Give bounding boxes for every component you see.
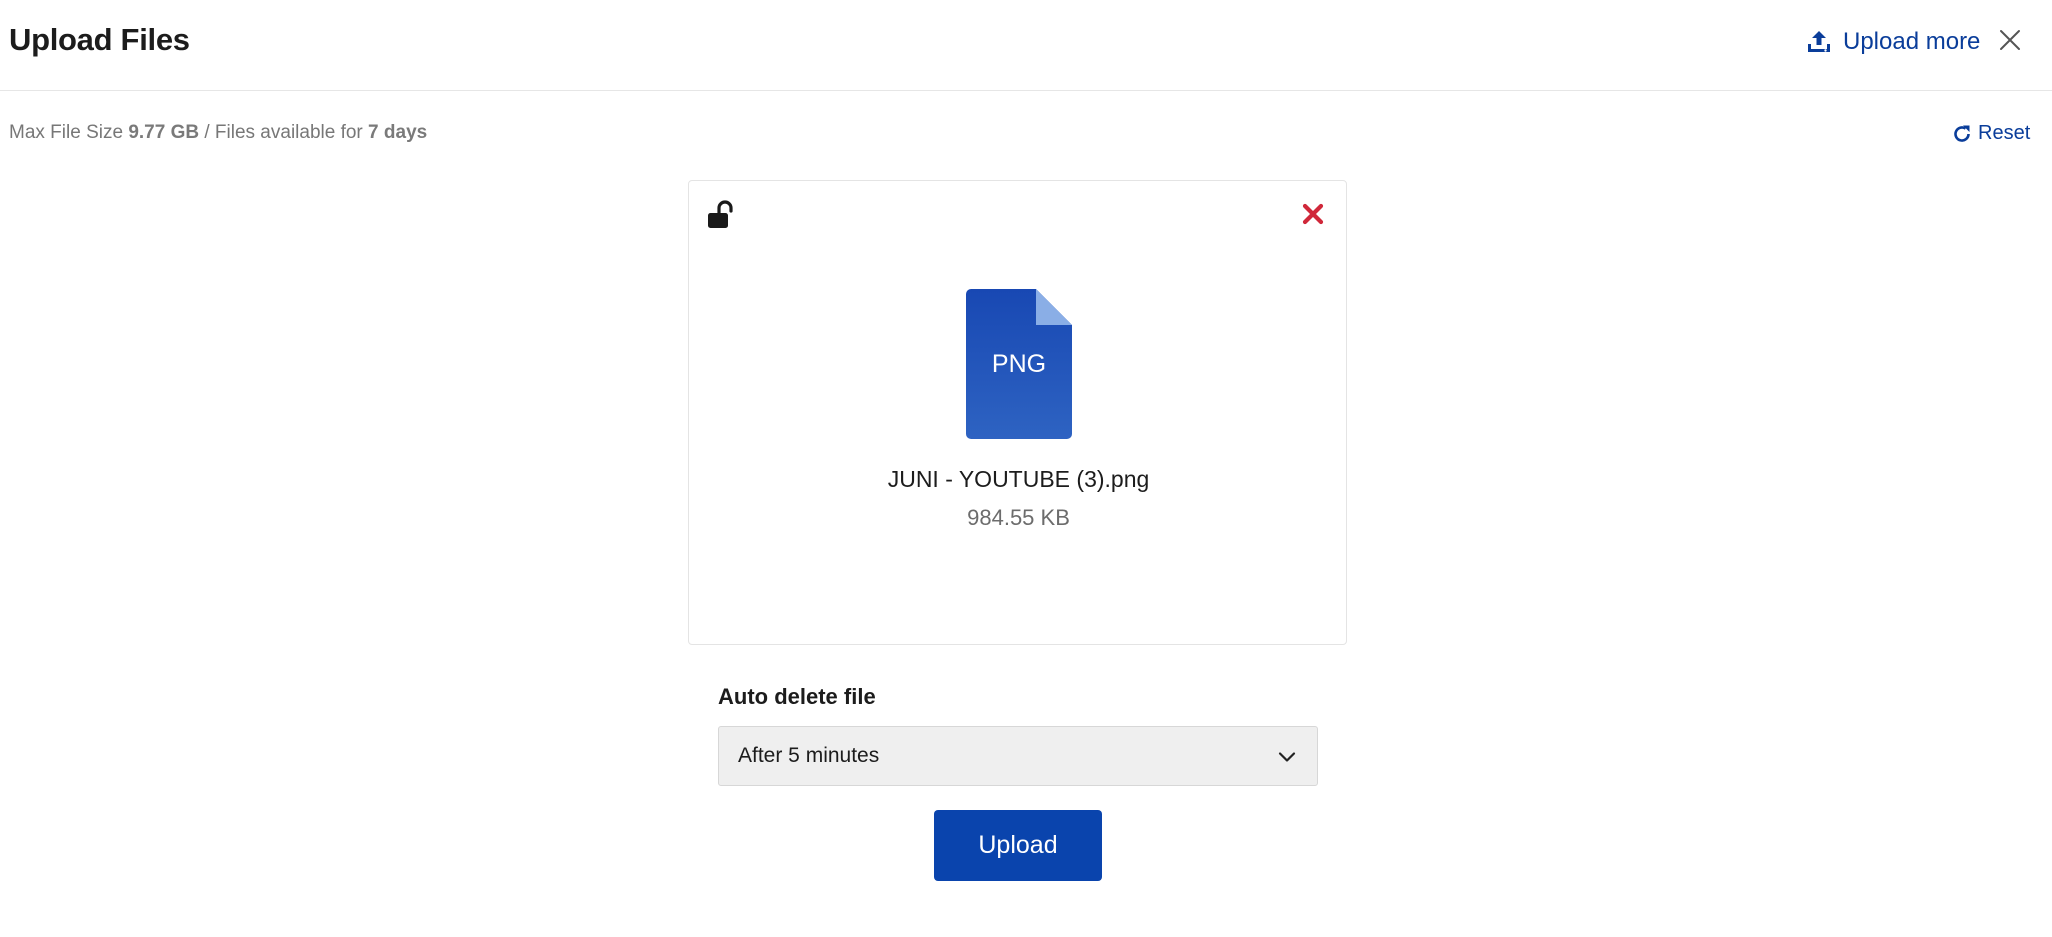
unlock-icon[interactable] bbox=[706, 199, 738, 231]
auto-delete-selected-value: After 5 minutes bbox=[738, 744, 880, 767]
modal-header: Upload Files Upload more bbox=[0, 0, 2052, 91]
upload-button[interactable]: Upload bbox=[934, 810, 1102, 881]
max-size-label: Max File Size bbox=[9, 122, 124, 143]
chevron-down-icon bbox=[1278, 752, 1296, 762]
availability-label: / Files available for bbox=[204, 122, 363, 143]
auto-delete-select[interactable]: After 5 minutes bbox=[718, 726, 1318, 786]
reset-button[interactable]: Reset bbox=[1952, 122, 2030, 145]
upload-limits-info: Max File Size 9.77 GB / Files available … bbox=[9, 122, 427, 144]
max-size-value: 9.77 GB bbox=[128, 122, 200, 143]
file-card: PNG JUNI - YOUTUBE (3).png 984.55 KB bbox=[688, 180, 1347, 645]
upload-icon bbox=[1808, 31, 1830, 52]
close-button[interactable] bbox=[1998, 28, 2022, 52]
upload-more-label: Upload more bbox=[1843, 28, 1981, 55]
reset-label: Reset bbox=[1978, 122, 2031, 144]
reset-icon bbox=[1954, 125, 1970, 142]
upload-more-button[interactable]: Upload more bbox=[1806, 24, 1980, 60]
file-png-icon: PNG bbox=[966, 289, 1072, 439]
close-icon bbox=[2000, 30, 2020, 50]
file-type-label: PNG bbox=[992, 350, 1046, 378]
availability-value: 7 days bbox=[368, 122, 428, 143]
file-name: JUNI - YOUTUBE (3).png bbox=[887, 466, 1150, 492]
auto-delete-label: Auto delete file bbox=[718, 684, 876, 709]
file-size: 984.55 KB bbox=[967, 505, 1070, 530]
page-title: Upload Files bbox=[9, 22, 190, 57]
remove-icon[interactable] bbox=[1301, 202, 1325, 226]
